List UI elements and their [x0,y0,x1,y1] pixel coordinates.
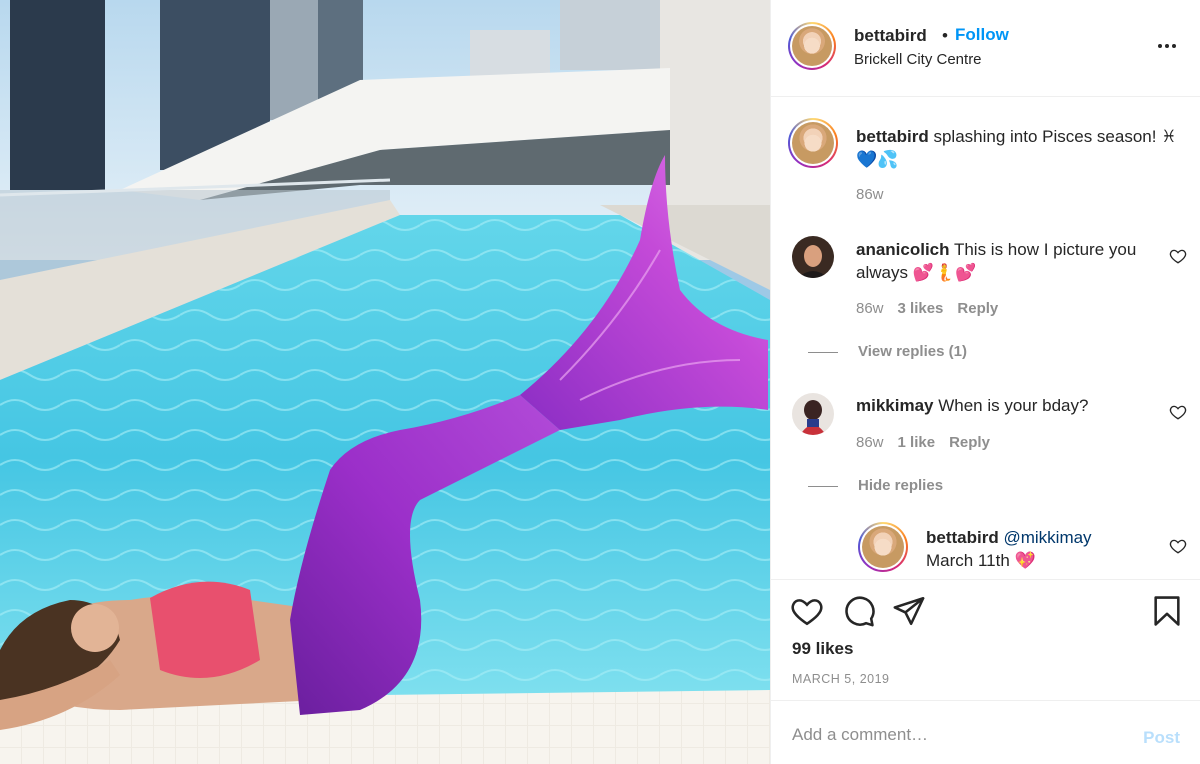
commenter-avatar[interactable] [792,393,834,435]
add-comment-bar: Post [771,700,1200,764]
reply-text-block: bettabird @mikkimay March 11th 💖 [926,526,1166,572]
reply-text: March 11th 💖 [926,551,1036,570]
comment-text: When is your bday? [933,396,1089,415]
bookmark-icon[interactable] [1150,594,1184,628]
comment-input[interactable] [792,723,1122,747]
ellipsis-icon[interactable] [1158,36,1180,56]
comment-likes[interactable]: 3 likes [898,300,944,317]
reply-button[interactable]: Reply [957,300,998,317]
comment-likes[interactable]: 1 like [898,434,936,451]
comment-meta: 86w 1 like Reply [856,434,990,451]
reply-avatar[interactable] [858,522,908,572]
likes-count[interactable]: 99 likes [792,639,853,659]
heart-icon[interactable] [1169,403,1187,421]
heart-icon[interactable] [790,594,824,628]
reply-mention[interactable]: @mikkimay [1003,528,1091,547]
comments-list[interactable]: bettabird splashing into Pisces season! … [771,97,1200,580]
caption-username[interactable]: bettabird [856,127,929,146]
author-username[interactable]: bettabird [854,26,927,46]
post-header: bettabird • Follow Brickell City Centre [771,0,1200,97]
follow-button[interactable]: Follow [955,25,1009,45]
post-button[interactable]: Post [1143,728,1180,748]
comment-time[interactable]: 86w [856,300,884,317]
reply-username[interactable]: bettabird [926,528,999,547]
separator-dot: • [942,26,948,45]
caption-avatar[interactable] [788,118,838,168]
comment-text-block: mikkimay When is your bday? [856,394,1156,417]
caption-time[interactable]: 86w [856,186,884,203]
comment-meta: 86w 3 likes Reply [856,300,998,317]
post-details-panel: bettabird • Follow Brickell City Centre … [770,0,1200,764]
comment-username[interactable]: mikkimay [856,396,934,415]
view-replies-button[interactable]: View replies (1) [808,343,967,360]
hide-replies-button[interactable]: Hide replies [807,477,943,494]
comment-icon[interactable] [842,594,876,628]
post-photo [0,0,770,764]
post-date[interactable]: MARCH 5, 2019 [792,672,890,686]
comment-username[interactable]: ananicolich [856,240,950,259]
reply-button[interactable]: Reply [949,434,990,451]
author-avatar[interactable] [788,22,836,70]
post-actions: 99 likes MARCH 5, 2019 [771,580,1200,700]
heart-icon[interactable] [1169,537,1187,555]
paper-plane-icon[interactable] [892,594,926,628]
heart-icon[interactable] [1169,247,1187,265]
commenter-avatar[interactable] [792,236,834,278]
location-link[interactable]: Brickell City Centre [854,51,982,68]
comment-text-block: ananicolich This is how I picture you al… [856,238,1156,284]
comment-time[interactable]: 86w [856,434,884,451]
caption-text-block: bettabird splashing into Pisces season! … [856,125,1191,171]
post-image[interactable] [0,0,770,764]
